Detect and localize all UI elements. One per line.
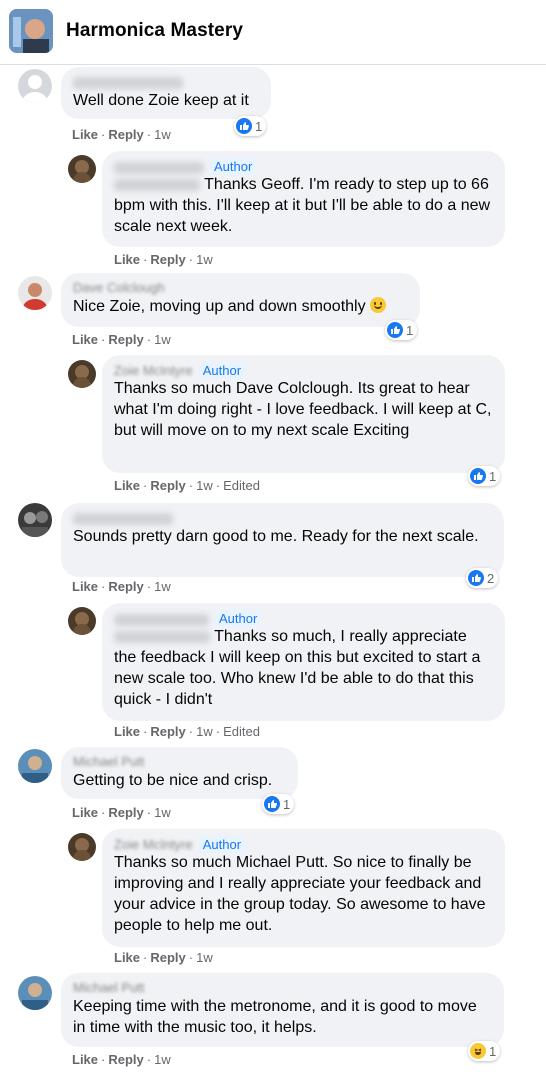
- comment-text: Thanks so much Michael Putt. So nice to …: [114, 854, 486, 934]
- comment-actions: Like · Reply · 1w · Edited: [114, 724, 260, 739]
- like-button[interactable]: Like: [114, 252, 140, 267]
- comment-text: Thanks Geoff. I'm ready to step up to 66…: [114, 176, 491, 235]
- like-icon: [387, 322, 403, 338]
- comment-text: Well done Zoie keep at it: [73, 92, 249, 109]
- timestamp[interactable]: 1w: [154, 1052, 171, 1067]
- reply-button[interactable]: Reply: [150, 724, 185, 739]
- reaction-count[interactable]: 1: [385, 320, 418, 340]
- like-icon: [468, 570, 484, 586]
- reaction-count[interactable]: 1: [468, 1041, 501, 1061]
- avatar[interactable]: [68, 360, 96, 388]
- commenter-name[interactable]: Dave Colclough: [73, 280, 408, 296]
- reply-button[interactable]: Reply: [150, 478, 185, 493]
- like-button[interactable]: Like: [114, 950, 140, 965]
- timestamp[interactable]: 1w: [154, 579, 171, 594]
- comment-bubble: Well done Zoie keep at it: [61, 67, 271, 119]
- commenter-name[interactable]: Zoie McIntyre Author: [114, 362, 493, 379]
- haha-icon: [470, 1043, 486, 1059]
- author-badge: Author: [210, 158, 257, 175]
- author-badge: Author: [215, 610, 262, 627]
- like-button[interactable]: Like: [114, 478, 140, 493]
- reply-button[interactable]: Reply: [108, 127, 143, 142]
- comment-bubble: Author Thanks so much, I really apprecia…: [102, 603, 505, 721]
- like-icon: [470, 468, 486, 484]
- comment-bubble: Author Thanks Geoff. I'm ready to step u…: [102, 151, 505, 247]
- edited-label: Edited: [223, 724, 260, 739]
- comment-actions: Like · Reply · 1w: [72, 127, 171, 142]
- comment-bubble: Michael Putt Keeping time with the metro…: [61, 973, 504, 1047]
- reply-button[interactable]: Reply: [150, 950, 185, 965]
- avatar[interactable]: [18, 976, 52, 1010]
- comment-actions: Like · Reply · 1w: [114, 950, 213, 965]
- reply-button[interactable]: Reply: [108, 1052, 143, 1067]
- reply-button[interactable]: Reply: [108, 579, 143, 594]
- author-badge: Author: [198, 362, 246, 379]
- timestamp[interactable]: 1w: [196, 478, 213, 493]
- smile-emoji-icon: [370, 297, 387, 313]
- comment-text: Thanks so much, I really appreciate the …: [114, 628, 481, 708]
- like-icon: [264, 796, 280, 812]
- avatar[interactable]: [18, 69, 52, 103]
- group-avatar[interactable]: [9, 9, 53, 53]
- group-title[interactable]: Harmonica Mastery: [66, 20, 243, 42]
- comment-bubble: Michael Putt Getting to be nice and cris…: [61, 747, 298, 799]
- commenter-name[interactable]: Zoie McIntyre Author: [114, 836, 493, 853]
- commenter-name[interactable]: Author: [114, 610, 493, 627]
- reaction-count[interactable]: 1: [234, 116, 267, 136]
- group-header: Harmonica Mastery: [0, 0, 546, 65]
- comment-actions: Like · Reply · 1w: [72, 332, 171, 347]
- like-icon: [236, 118, 252, 134]
- comment-actions: Like · Reply · 1w: [72, 1052, 171, 1067]
- like-button[interactable]: Like: [72, 332, 98, 347]
- comment-actions: Like · Reply · 1w: [72, 805, 171, 820]
- avatar[interactable]: [68, 607, 96, 635]
- comment-text: Thanks so much Dave Colclough. Its great…: [114, 380, 492, 439]
- comment-actions: Like · Reply · 1w · Edited: [114, 478, 260, 493]
- reaction-count[interactable]: 1: [468, 466, 501, 486]
- author-badge: Author: [198, 836, 246, 853]
- comment-bubble: Zoie McIntyre Author Thanks so much Dave …: [102, 355, 505, 473]
- like-button[interactable]: Like: [72, 127, 98, 142]
- comment-bubble: Dave Colclough Nice Zoie, moving up and …: [61, 273, 420, 327]
- comment-bubble: Zoie McIntyre Author Thanks so much Micha…: [102, 829, 505, 947]
- comment-bubble: Sounds pretty darn good to me. Ready for…: [61, 503, 504, 577]
- timestamp[interactable]: 1w: [196, 950, 213, 965]
- commenter-name[interactable]: [73, 510, 492, 526]
- like-button[interactable]: Like: [72, 1052, 98, 1067]
- comment-text: Sounds pretty darn good to me. Ready for…: [73, 528, 479, 545]
- reply-button[interactable]: Reply: [150, 252, 185, 267]
- avatar[interactable]: [18, 749, 52, 783]
- like-button[interactable]: Like: [114, 724, 140, 739]
- timestamp[interactable]: 1w: [154, 332, 171, 347]
- like-button[interactable]: Like: [72, 805, 98, 820]
- comment-text: Keeping time with the metronome, and it …: [73, 998, 477, 1036]
- timestamp[interactable]: 1w: [196, 252, 213, 267]
- commenter-name[interactable]: [73, 74, 259, 90]
- avatar[interactable]: [68, 833, 96, 861]
- timestamp[interactable]: 1w: [196, 724, 213, 739]
- commenter-name[interactable]: Author: [114, 158, 493, 175]
- reaction-count[interactable]: 1: [262, 794, 295, 814]
- timestamp[interactable]: 1w: [154, 805, 171, 820]
- edited-label: Edited: [223, 478, 260, 493]
- comment-actions: Like · Reply · 1w: [72, 579, 171, 594]
- reply-button[interactable]: Reply: [108, 805, 143, 820]
- avatar[interactable]: [18, 503, 52, 537]
- reaction-count[interactable]: 2: [466, 568, 499, 588]
- commenter-name[interactable]: Michael Putt: [73, 980, 492, 996]
- comment-text: Getting to be nice and crisp.: [73, 772, 273, 789]
- timestamp[interactable]: 1w: [154, 127, 171, 142]
- comment-text: Nice Zoie, moving up and down smoothly: [73, 298, 366, 315]
- commenter-name[interactable]: Michael Putt: [73, 754, 286, 770]
- comment-actions: Like · Reply · 1w: [114, 252, 213, 267]
- avatar[interactable]: [68, 155, 96, 183]
- avatar[interactable]: [18, 276, 52, 310]
- like-button[interactable]: Like: [72, 579, 98, 594]
- reply-button[interactable]: Reply: [108, 332, 143, 347]
